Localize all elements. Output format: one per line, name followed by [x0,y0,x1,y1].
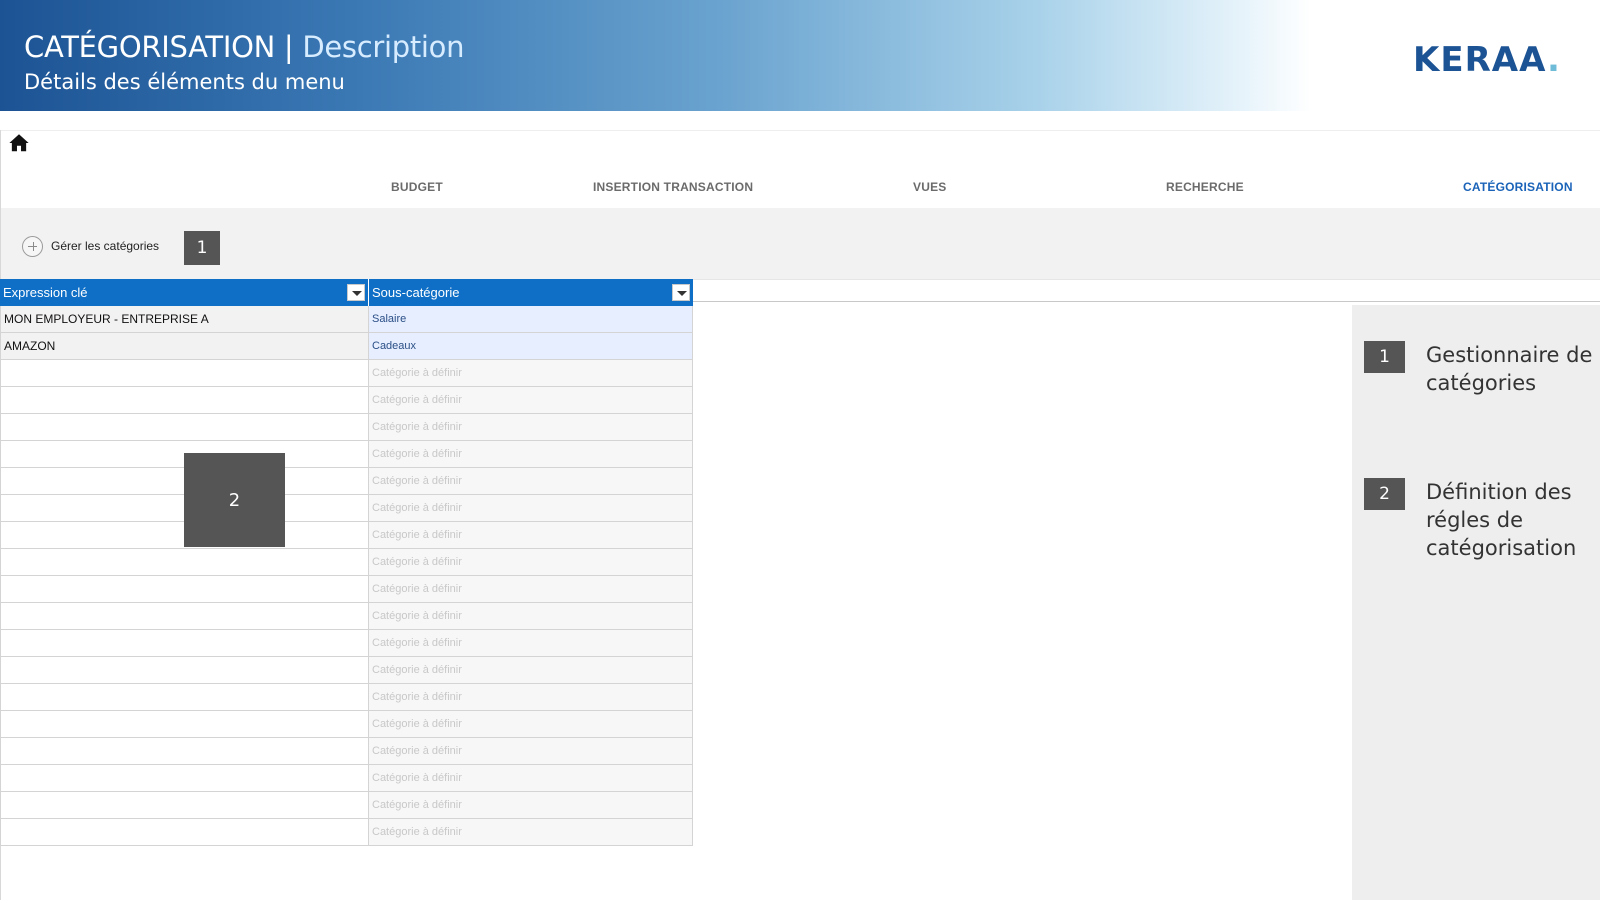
plus-circle-icon [22,235,43,257]
column-header-label: Sous-catégorie [372,285,460,300]
toolbar: Gérer les catégories [1,208,1600,279]
table-body: MON EMPLOYEUR - ENTREPRISE A Salaire AMAZO… [0,306,693,846]
page-title: CATÉGORISATION | Description [24,30,464,64]
table-rule [692,301,1600,302]
subcategory-cell[interactable]: Catégorie à définir [369,603,693,629]
subcategory-cell[interactable]: Salaire [369,306,693,332]
subcategory-cell[interactable]: Catégorie à définir [369,792,693,818]
table-row: Catégorie à définir [0,360,693,387]
filter-dropdown-icon[interactable] [672,284,690,301]
expression-cell[interactable] [0,792,369,818]
column-header-label: Expression clé [3,285,88,300]
header-banner: CATÉGORISATION | Description Détails des… [0,0,1600,111]
expression-cell[interactable] [0,711,369,737]
subcategory-cell[interactable]: Catégorie à définir [369,495,693,521]
frame-top-line [0,130,1600,131]
nav-item-insertion-transaction[interactable]: INSERTION TRANSACTION [593,180,753,194]
page-title-separator: | [275,30,303,64]
expression-cell[interactable]: MON EMPLOYEUR - ENTREPRISE A [0,306,369,332]
expression-cell[interactable] [0,819,369,845]
subcategory-cell[interactable]: Catégorie à définir [369,819,693,845]
table-row: Catégorie à définir [0,549,693,576]
subcategory-cell[interactable]: Catégorie à définir [369,549,693,575]
table-row: Catégorie à définir [0,576,693,603]
expression-cell[interactable] [0,360,369,386]
table-row: Catégorie à définir [0,495,693,522]
expression-cell[interactable] [0,603,369,629]
brand-logo: KERAA. [1413,40,1561,80]
legend-panel: 1 Gestionnaire de catégories 2 Définitio… [1352,305,1600,900]
table-row: Catégorie à définir [0,684,693,711]
table-row: Catégorie à définir [0,630,693,657]
legend-item: 2 Définition des régles de catégorisatio… [1364,478,1596,562]
expression-cell[interactable] [0,630,369,656]
table-row: MON EMPLOYEUR - ENTREPRISE A Salaire [0,306,693,333]
table-row: Catégorie à définir [0,711,693,738]
expression-cell[interactable]: AMAZON [0,333,369,359]
table-row: Catégorie à définir [0,441,693,468]
expression-cell[interactable] [0,387,369,413]
header-underline [692,279,1600,280]
subcategory-cell[interactable]: Catégorie à définir [369,360,693,386]
table-row: Catégorie à définir [0,468,693,495]
nav-item-vues[interactable]: VUES [913,180,946,194]
categorisation-table: Expression clé Sous-catégorie MON EMPLOY… [0,279,693,846]
expression-cell[interactable] [0,657,369,683]
expression-cell[interactable] [0,549,369,575]
table-row: Catégorie à définir [0,738,693,765]
nav-item-categorisation[interactable]: CATÉGORISATION [1463,180,1573,194]
table-row: Catégorie à définir [0,765,693,792]
subcategory-cell[interactable]: Catégorie à définir [369,441,693,467]
subcategory-cell[interactable]: Catégorie à définir [369,711,693,737]
manage-categories-button[interactable]: Gérer les catégories [22,234,159,258]
table-row: Catégorie à définir [0,819,693,846]
subcategory-cell[interactable]: Catégorie à définir [369,738,693,764]
page-subtitle: Détails des éléments du menu [24,70,345,94]
subcategory-cell[interactable]: Catégorie à définir [369,414,693,440]
filter-dropdown-icon[interactable] [347,284,365,301]
legend-number: 2 [1364,478,1405,510]
home-icon[interactable] [8,132,30,154]
table-row: Catégorie à définir [0,414,693,441]
subcategory-cell[interactable]: Cadeaux [369,333,693,359]
subcategory-cell[interactable]: Catégorie à définir [369,576,693,602]
subcategory-cell[interactable]: Catégorie à définir [369,468,693,494]
table-row: Catégorie à définir [0,603,693,630]
expression-cell[interactable] [0,684,369,710]
table-row: Catégorie à définir [0,657,693,684]
expression-cell[interactable] [0,576,369,602]
marker-2: 2 [184,453,285,547]
subcategory-cell[interactable]: Catégorie à définir [369,522,693,548]
nav-item-recherche[interactable]: RECHERCHE [1166,180,1244,194]
page-title-main: CATÉGORISATION [24,30,275,64]
subcategory-cell[interactable]: Catégorie à définir [369,387,693,413]
table-row: Catégorie à définir [0,387,693,414]
page-title-accent: Description [302,30,465,64]
subcategory-cell[interactable]: Catégorie à définir [369,684,693,710]
nav-item-budget[interactable]: BUDGET [391,180,443,194]
subcategory-cell[interactable]: Catégorie à définir [369,630,693,656]
table-row: Catégorie à définir [0,792,693,819]
legend-text: Gestionnaire de catégories [1426,343,1593,395]
subcategory-cell[interactable]: Catégorie à définir [369,765,693,791]
legend-number: 1 [1364,341,1405,373]
main-nav: BUDGET INSERTION TRANSACTION VUES RECHER… [0,168,1600,208]
table-row: Catégorie à définir [0,522,693,549]
table-header: Expression clé Sous-catégorie [0,279,693,306]
marker-1: 1 [184,231,220,265]
subcategory-cell[interactable]: Catégorie à définir [369,657,693,683]
table-row: AMAZON Cadeaux [0,333,693,360]
column-header-expression: Expression clé [0,279,369,306]
expression-cell[interactable] [0,738,369,764]
brand-logo-dot: . [1547,40,1561,80]
expression-cell[interactable] [0,765,369,791]
brand-logo-text: KERAA [1413,40,1548,80]
manage-categories-label: Gérer les catégories [51,239,160,253]
expression-cell[interactable] [0,414,369,440]
column-header-subcategory: Sous-catégorie [369,279,693,306]
legend-text: Définition des régles de catégorisation [1426,480,1577,560]
legend-item: 1 Gestionnaire de catégories [1364,341,1596,397]
